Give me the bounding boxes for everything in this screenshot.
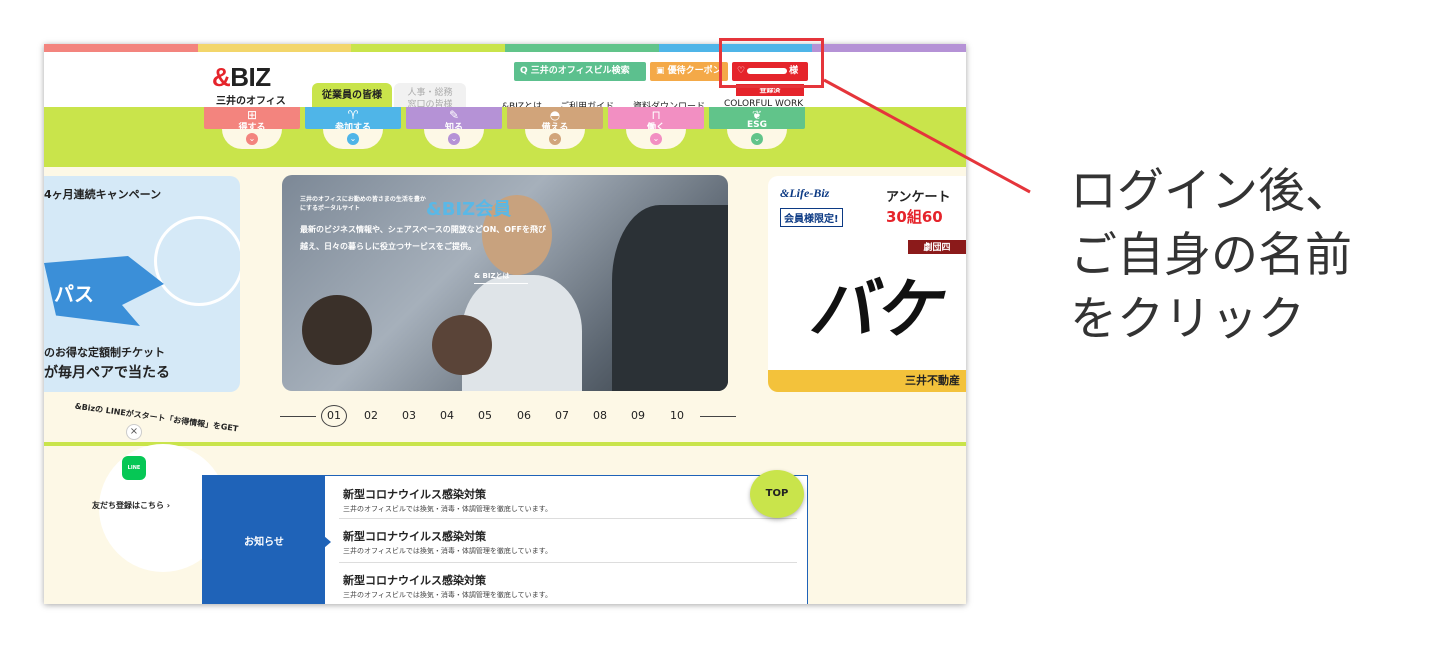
callout-line-2: ご自身の名前	[1070, 228, 1352, 283]
instruction-callout: ログイン後、 ご自身の名前 をクリック	[1070, 160, 1420, 352]
callout-line-1: ログイン後、	[1070, 164, 1352, 219]
callout-line-3: をクリック	[1070, 292, 1305, 347]
